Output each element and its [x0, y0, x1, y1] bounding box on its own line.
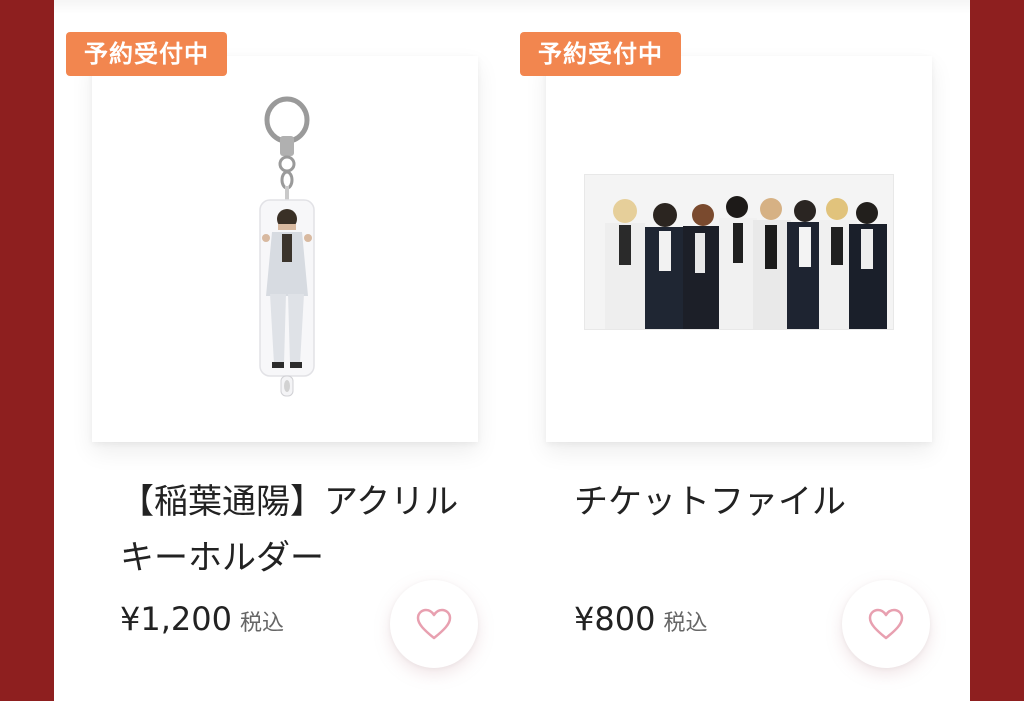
- product-card[interactable]: 予約受付中 【稲葉通陽】アクリルキーホルダー ¥1,200 税込: [54, 0, 514, 701]
- product-price: ¥800: [574, 600, 656, 638]
- heart-icon: [868, 608, 904, 640]
- favorite-button[interactable]: [842, 580, 930, 668]
- product-image[interactable]: [546, 56, 932, 442]
- tax-label: 税込: [663, 611, 708, 636]
- heart-icon: [416, 608, 452, 640]
- product-card[interactable]: 予約受付中 チケットファイル ¥800 税込: [510, 0, 970, 701]
- favorite-button[interactable]: [390, 580, 478, 668]
- reservation-badge: 予約受付中: [520, 32, 681, 76]
- product-price: ¥1,200: [120, 600, 232, 638]
- product-list: 予約受付中 【稲葉通陽】アクリルキーホルダー ¥1,200 税込 予約受付中 チ…: [54, 0, 970, 701]
- price-row: ¥800 税込: [574, 600, 707, 638]
- tax-label: 税込: [239, 611, 284, 636]
- group-photo-image: [584, 174, 894, 330]
- acrylic-keychain-image: [259, 96, 315, 397]
- product-image[interactable]: [92, 56, 478, 442]
- product-title[interactable]: チケットファイル: [574, 474, 934, 530]
- product-title[interactable]: 【稲葉通陽】アクリルキーホルダー: [120, 474, 480, 586]
- price-row: ¥1,200 税込: [120, 600, 284, 638]
- reservation-badge: 予約受付中: [66, 32, 227, 76]
